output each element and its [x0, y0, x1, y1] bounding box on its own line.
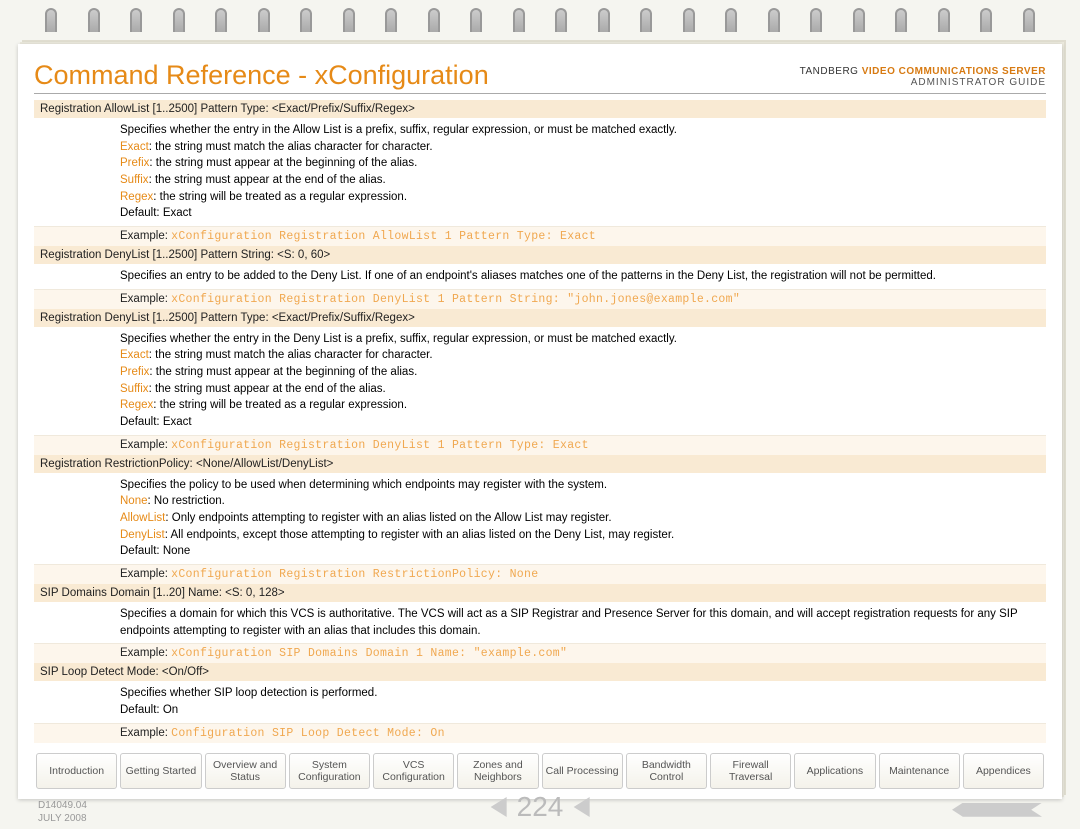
- nav-vcs-configuration[interactable]: VCS Configuration: [373, 753, 454, 789]
- brand-prefix: TANDBERG: [800, 66, 859, 77]
- config-item-head: SIP Domains Domain [1..20] Name: <S: 0, …: [34, 584, 1046, 602]
- brand-suffix: VIDEO COMMUNICATIONS SERVER: [862, 66, 1046, 77]
- nav-appendices[interactable]: Appendices: [963, 753, 1044, 789]
- config-item-head: Registration DenyList [1..2500] Pattern …: [34, 309, 1046, 327]
- nav-maintenance[interactable]: Maintenance: [879, 753, 960, 789]
- nav-getting-started[interactable]: Getting Started: [120, 753, 201, 789]
- spiral-binding: [0, 0, 1080, 48]
- doc-number: D14049.04 JULY 2008: [38, 799, 87, 825]
- nav-system-configuration[interactable]: System Configuration: [289, 753, 370, 789]
- config-item-body: Specifies whether the entry in the Deny …: [34, 327, 1046, 436]
- config-item-body: Specifies whether SIP loop detection is …: [34, 681, 1046, 723]
- page-number: 224: [491, 791, 590, 823]
- config-item-head: Registration AllowList [1..2500] Pattern…: [34, 100, 1046, 118]
- nav-introduction[interactable]: Introduction: [36, 753, 117, 789]
- config-item-body: Specifies the policy to be used when det…: [34, 473, 1046, 565]
- config-item-example: Example: xConfiguration SIP Domains Doma…: [34, 644, 1046, 663]
- prev-page-icon[interactable]: [491, 797, 507, 817]
- nav-applications[interactable]: Applications: [794, 753, 875, 789]
- config-item-body: Specifies whether the entry in the Allow…: [34, 118, 1046, 227]
- config-item-example: Example: xConfiguration Registration All…: [34, 227, 1046, 246]
- nav-call-processing[interactable]: Call Processing: [542, 753, 623, 789]
- header-branding: TANDBERG VIDEO COMMUNICATIONS SERVER ADM…: [800, 66, 1046, 88]
- config-item-head: SIP Loop Detect Mode: <On/Off>: [34, 663, 1046, 681]
- nav-firewall-traversal[interactable]: Firewall Traversal: [710, 753, 791, 789]
- config-item-head: Registration RestrictionPolicy: <None/Al…: [34, 455, 1046, 473]
- nav-zones-and-neighbors[interactable]: Zones and Neighbors: [457, 753, 538, 789]
- prev-page-icon-2[interactable]: [573, 797, 589, 817]
- nav-overview-and-status[interactable]: Overview and Status: [205, 753, 286, 789]
- config-item-example: Example: xConfiguration Registration Den…: [34, 436, 1046, 455]
- brand-subtitle: ADMINISTRATOR GUIDE: [800, 77, 1046, 88]
- next-page-arrow[interactable]: [952, 803, 1042, 817]
- config-item-head: Registration DenyList [1..2500] Pattern …: [34, 246, 1046, 264]
- config-item-body: Specifies a domain for which this VCS is…: [34, 602, 1046, 644]
- config-item-example: Example: Configuration SIP Loop Detect M…: [34, 724, 1046, 743]
- config-item-body: Specifies an entry to be added to the De…: [34, 264, 1046, 290]
- bottom-nav: IntroductionGetting StartedOverview and …: [34, 753, 1046, 789]
- config-item-example: Example: xConfiguration Registration Res…: [34, 565, 1046, 584]
- page-body: Command Reference - xConfiguration TANDB…: [18, 44, 1062, 799]
- nav-bandwidth-control[interactable]: Bandwidth Control: [626, 753, 707, 789]
- config-item-example: Example: xConfiguration Registration Den…: [34, 290, 1046, 309]
